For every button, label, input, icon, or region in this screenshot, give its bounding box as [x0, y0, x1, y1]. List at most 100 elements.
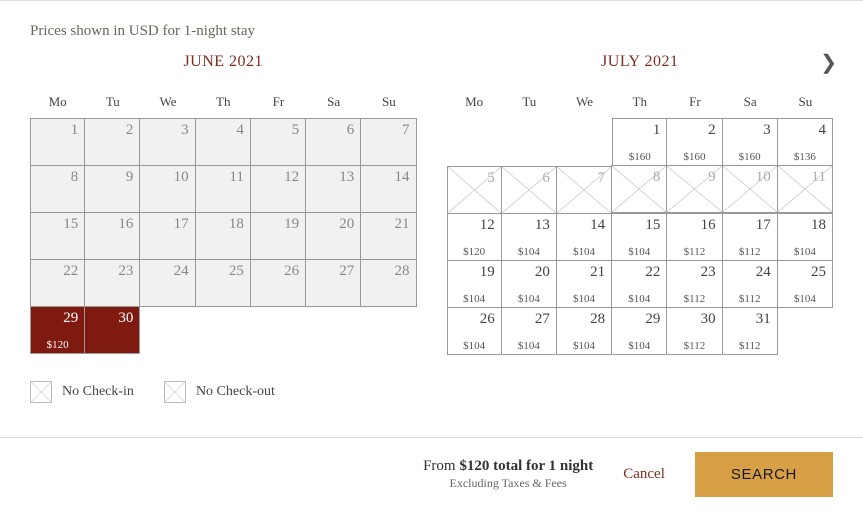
calendar-day[interactable]: 21$104 [556, 260, 612, 308]
cancel-button[interactable]: Cancel [623, 466, 665, 483]
day-number: 11 [812, 169, 826, 185]
day-price: $160 [667, 151, 721, 163]
day-price: $112 [667, 340, 721, 352]
calendar-day: 27 [305, 259, 361, 307]
calendar-day[interactable]: 4$136 [777, 118, 833, 166]
calendar-day[interactable]: 30$112 [666, 307, 722, 355]
summary-main: From $120 total for 1 night [423, 458, 593, 475]
legend: No Check-in No Check-out [30, 381, 833, 403]
day-price: $104 [502, 340, 556, 352]
search-button[interactable]: SEARCH [695, 452, 833, 497]
next-month-icon[interactable]: ❯ [820, 50, 837, 75]
calendar-day[interactable]: 25$104 [777, 260, 833, 308]
calendar-day: 20 [305, 212, 361, 260]
calendar-day: 7 [360, 118, 416, 166]
day-of-week: We [140, 86, 195, 118]
day-number: 24 [174, 263, 189, 279]
calendar-day[interactable]: 26$104 [447, 307, 502, 355]
calendar-day: 5 [447, 166, 502, 214]
month-header: JUNE 2021 [30, 48, 417, 76]
calendar-day[interactable]: 15$104 [611, 213, 667, 261]
calendar-day: 2 [84, 118, 140, 166]
summary-total: $120 total for 1 night [459, 458, 593, 474]
day-price: $120 [31, 339, 84, 351]
day-of-week: Th [196, 86, 251, 118]
calendar-day[interactable]: 27$104 [501, 307, 557, 355]
day-number: 23 [701, 264, 716, 280]
calendar-day: 22 [30, 259, 85, 307]
day-price: $160 [723, 151, 777, 163]
calendar-day[interactable]: 23 $112 [666, 260, 722, 308]
calendar-day[interactable]: 24$112 [722, 260, 778, 308]
day-price: $112 [723, 340, 777, 352]
day-number: 28 [395, 263, 410, 279]
calendar-day[interactable]: 17$112 [722, 213, 778, 261]
calendar-day: 3 [139, 118, 195, 166]
day-price: $120 [448, 246, 501, 258]
calendar-day[interactable]: 19$104 [447, 260, 502, 308]
day-number: 1 [653, 122, 661, 138]
calendar-day: 6 [305, 118, 361, 166]
day-number: 11 [229, 169, 243, 185]
day-price: $104 [778, 246, 832, 258]
day-number: 19 [480, 264, 495, 280]
summary-from: From [423, 458, 459, 474]
day-number: 19 [284, 216, 299, 232]
day-number: 1 [71, 122, 79, 138]
day-number: 31 [756, 311, 771, 327]
calendar-day[interactable]: 31 $112 [722, 307, 778, 355]
day-price: $104 [502, 246, 556, 258]
day-number: 28 [590, 311, 605, 327]
calendar-day[interactable]: 12$120 [447, 213, 502, 261]
calendar-day[interactable]: 14$104 [556, 213, 612, 261]
day-number: 17 [174, 216, 189, 232]
calendar-day: 24 [139, 259, 195, 307]
calendar-day[interactable]: 13$104 [501, 213, 557, 261]
calendar-day[interactable]: 22$104 [611, 260, 667, 308]
day-price: $112 [723, 293, 777, 305]
calendar-grid: MoTuWeThFrSaSu1$1602$1603$1604$136567891… [447, 86, 834, 355]
day-number: 10 [756, 169, 771, 185]
calendar-day[interactable]: 2$160 [666, 118, 722, 166]
calendar-day: 21 [360, 212, 416, 260]
calendar-day[interactable]: 18$104 [777, 213, 833, 261]
day-number: 30 [118, 310, 133, 326]
day-number: 4 [236, 122, 244, 138]
day-of-week: Fr [667, 86, 722, 118]
day-number: 22 [63, 263, 78, 279]
day-number: 29 [645, 311, 660, 327]
day-number: 2 [126, 122, 134, 138]
price-note: Prices shown in USD for 1-night stay [30, 23, 833, 40]
calendar-day: 10 [722, 165, 778, 213]
calendar-day[interactable]: 28$104 [556, 307, 612, 355]
day-of-week: Mo [30, 86, 85, 118]
calendar-day[interactable]: 3$160 [722, 118, 778, 166]
calendar-day[interactable]: 1$160 [612, 118, 667, 166]
day-price: $104 [778, 293, 832, 305]
day-of-week: Sa [306, 86, 361, 118]
day-price: $104 [612, 246, 666, 258]
day-price: $112 [667, 293, 721, 305]
calendar-day: 5 [250, 118, 306, 166]
calendar-day: 8 [30, 165, 85, 213]
calendar-day[interactable]: 30 [84, 306, 140, 354]
calendar-day[interactable]: 20$104 [501, 260, 557, 308]
calendar-day[interactable]: 29$120 [30, 306, 85, 354]
calendar-day[interactable]: 29$104 [611, 307, 667, 355]
day-number: 16 [701, 217, 716, 233]
calendar-day: 13 [305, 165, 361, 213]
day-number: 13 [339, 169, 354, 185]
day-of-week: Su [778, 86, 833, 118]
day-price: $104 [612, 293, 666, 305]
calendar-grid: MoTuWeThFrSaSu12345678910111213141516171… [30, 86, 417, 354]
calendar-day: 15 [30, 212, 85, 260]
calendar-day[interactable]: 16$112 [666, 213, 722, 261]
day-number: 5 [292, 122, 300, 138]
calendar-day: 1 [30, 118, 85, 166]
day-number: 21 [590, 264, 605, 280]
calendar-month: JULY 2021❯MoTuWeThFrSaSu1$1602$1603$1604… [447, 48, 834, 355]
day-number: 26 [284, 263, 299, 279]
calendar-empty-cell [557, 118, 612, 166]
day-price: $104 [502, 293, 556, 305]
legend-box-icon [164, 381, 186, 403]
